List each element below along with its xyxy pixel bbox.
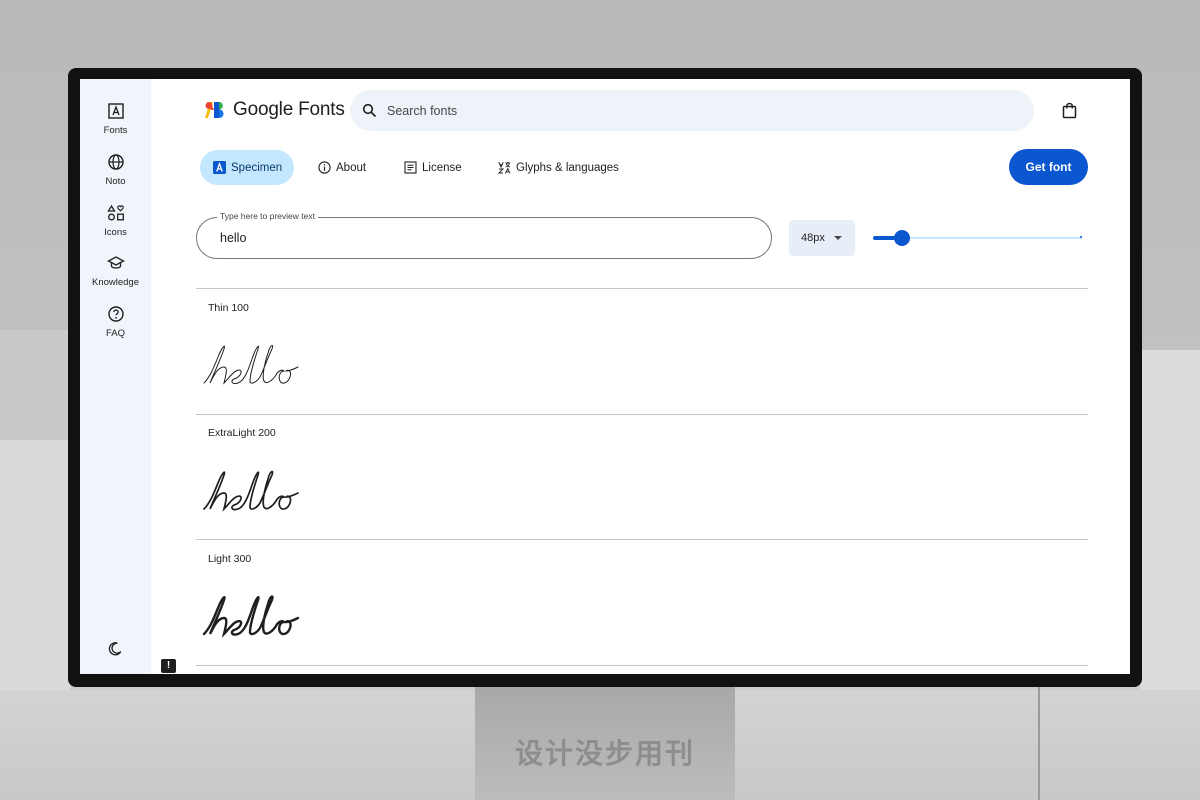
row-divider <box>196 665 1088 666</box>
slider-end-dot <box>1080 236 1082 238</box>
sidebar-item-icons[interactable]: Icons <box>80 204 151 238</box>
preview-text-legend: Type here to preview text <box>217 211 318 221</box>
hello-sample-extralight <box>203 470 299 512</box>
tab-about[interactable]: About <box>318 150 366 185</box>
row-divider <box>196 288 1088 289</box>
font-size-select[interactable]: 48px <box>789 220 855 256</box>
sidebar-item-noto[interactable]: Noto <box>80 153 151 187</box>
sidebar-item-label: Noto <box>105 176 126 187</box>
specimen-icon <box>213 161 226 174</box>
sidebar-item-label: Icons <box>104 227 127 238</box>
info-icon <box>318 161 331 174</box>
weight-label: ExtraLight 200 <box>208 427 276 439</box>
font-size-slider[interactable] <box>873 230 1082 246</box>
font-size-value: 48px <box>801 232 825 244</box>
tab-label: Glyphs & languages <box>516 161 619 174</box>
row-divider <box>196 539 1088 540</box>
hello-sample-thin <box>203 345 299 385</box>
preview-text-input[interactable]: hello <box>220 231 246 245</box>
tab-specimen[interactable]: Specimen <box>200 150 295 185</box>
sidebar-item-label: Fonts <box>103 125 128 136</box>
preview-text-field[interactable]: Type here to preview text hello <box>196 211 772 259</box>
search-bar[interactable]: Search fonts <box>350 90 1034 131</box>
caret-down-icon <box>833 236 842 240</box>
browser-screen: Fonts Noto Icons Knowledge FAQ ! Google … <box>80 79 1130 674</box>
google-fonts-logo-icon <box>205 102 224 118</box>
hello-sample-light <box>202 595 300 638</box>
sidebar: Fonts Noto Icons Knowledge FAQ <box>80 79 151 674</box>
tab-glyphs-languages[interactable]: Glyphs & languages <box>498 150 619 185</box>
feedback-icon[interactable]: ! <box>161 659 176 673</box>
monitor-stand: 设计没步用刊 <box>475 686 735 800</box>
sidebar-item-knowledge[interactable]: Knowledge <box>80 254 151 288</box>
weight-label: Thin 100 <box>208 302 249 314</box>
row-divider <box>196 414 1088 415</box>
stand-watermark: 设计没步用刊 <box>514 737 695 770</box>
search-icon <box>362 103 377 118</box>
sidebar-item-label: FAQ <box>105 328 125 339</box>
sidebar-item-faq[interactable]: FAQ <box>80 305 151 339</box>
get-font-button[interactable]: Get font <box>1009 149 1088 185</box>
tab-label: About <box>336 161 367 174</box>
sidebar-item-fonts[interactable]: Fonts <box>80 102 151 136</box>
logo-text: Google Fonts <box>233 99 345 120</box>
shopping-bag-icon[interactable] <box>1062 102 1077 119</box>
background-shelf <box>0 330 70 440</box>
slider-thumb[interactable] <box>894 230 910 246</box>
google-fonts-logo[interactable]: Google Fonts <box>204 99 345 121</box>
school-icon <box>106 256 125 269</box>
tab-license[interactable]: License <box>404 150 462 185</box>
background-line <box>1038 686 1040 800</box>
font-icon <box>107 103 124 119</box>
moon-icon[interactable] <box>107 641 123 657</box>
tab-label: License <box>422 161 462 174</box>
article-icon <box>404 161 417 174</box>
shapes-icon <box>106 204 124 221</box>
sidebar-item-label: Knowledge <box>91 277 139 288</box>
help-icon <box>107 306 124 322</box>
weight-label: Light 300 <box>208 553 252 565</box>
tab-label: Specimen <box>231 161 283 174</box>
translate-icon <box>498 161 511 174</box>
globe-icon <box>107 154 124 170</box>
search-input[interactable]: Search fonts <box>387 104 457 118</box>
